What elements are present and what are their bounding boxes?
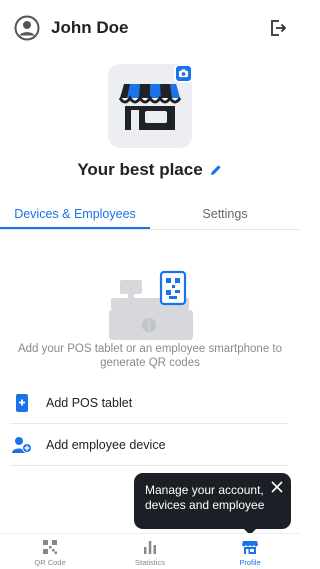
pencil-icon[interactable]	[209, 163, 223, 177]
qr-icon	[43, 540, 57, 554]
nav-statistics[interactable]: Statistics	[100, 534, 200, 569]
add-employee-device-button[interactable]: Add employee device	[10, 424, 288, 466]
tooltip-text: Manage your account, devices and employe…	[145, 483, 265, 512]
camera-icon	[178, 69, 189, 78]
pos-qr-illustration	[109, 270, 193, 340]
header: John Doe	[14, 13, 288, 43]
add-employee-device-label: Add employee device	[46, 437, 166, 452]
nav-qr-code[interactable]: QR Code	[0, 534, 100, 569]
tab-devices-employees[interactable]: Devices & Employees	[0, 200, 150, 229]
profile-tooltip: Manage your account, devices and employe…	[134, 473, 291, 535]
user-name: John Doe	[51, 18, 129, 37]
add-pos-tablet-label: Add POS tablet	[46, 395, 133, 410]
bottom-navigation: QR Code Statistics Profile	[0, 533, 300, 569]
tab-settings[interactable]: Settings	[150, 200, 300, 229]
tab-bar: Devices & Employees Settings	[0, 200, 300, 230]
tablet-add-icon	[16, 393, 28, 412]
change-photo-button[interactable]	[174, 64, 193, 83]
shop-icon	[242, 541, 258, 554]
bar-chart-icon	[144, 541, 156, 554]
empty-state-hint: Add your POS tablet or an employee smart…	[17, 343, 282, 369]
shop-name: Your best place	[77, 160, 203, 179]
add-pos-tablet-button[interactable]: Add POS tablet	[10, 382, 288, 424]
nav-label-profile: Profile	[239, 558, 261, 567]
close-icon[interactable]	[270, 480, 284, 494]
nav-label-qr-code: QR Code	[34, 558, 66, 567]
nav-label-statistics: Statistics	[134, 558, 165, 567]
logout-icon[interactable]	[268, 18, 288, 38]
device-actions-list: Add POS tablet Add employee device	[10, 382, 288, 466]
nav-profile[interactable]: Profile	[200, 534, 300, 569]
shop-name-row: Your best place	[0, 160, 300, 180]
avatar-icon[interactable]	[14, 15, 40, 41]
person-add-icon	[12, 436, 32, 453]
